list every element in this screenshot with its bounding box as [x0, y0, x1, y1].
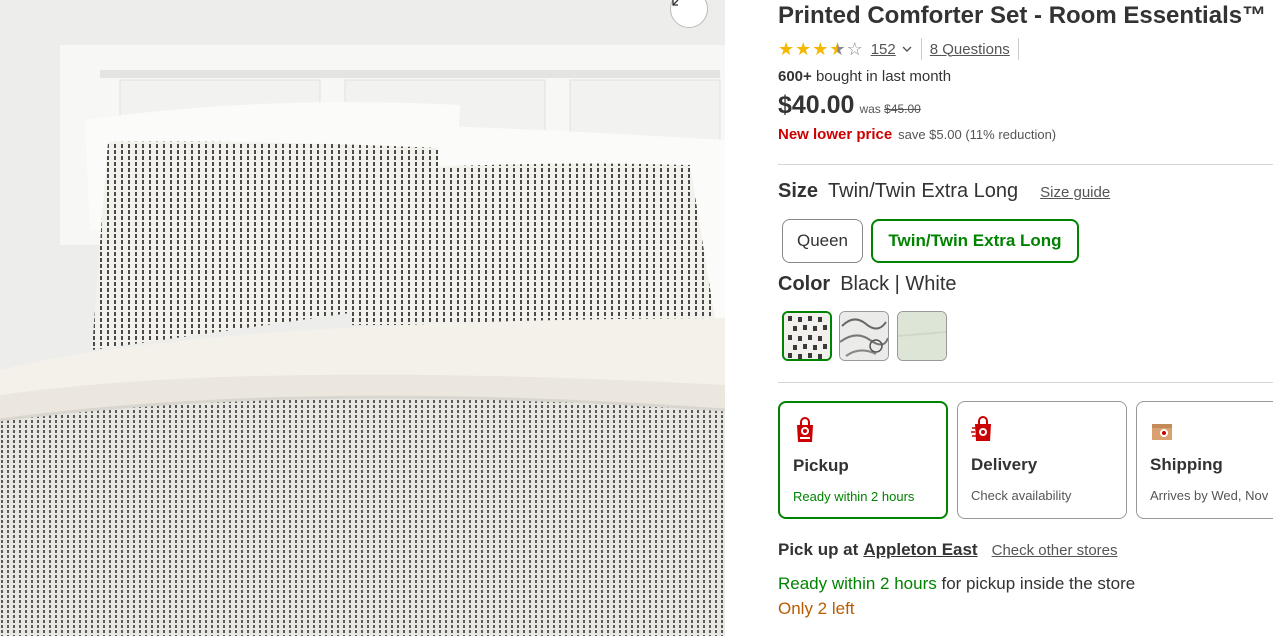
- ready-time: Ready within 2 hours: [778, 574, 937, 593]
- size-guide-link[interactable]: Size guide: [1040, 184, 1110, 201]
- color-swatch-sage[interactable]: [897, 311, 947, 361]
- size-option-twin[interactable]: Twin/Twin Extra Long: [871, 219, 1079, 263]
- divider: [1017, 38, 1019, 60]
- swatch-pattern: [898, 312, 946, 360]
- fulfillment-name: Delivery: [971, 455, 1038, 474]
- color-swatch-black-white[interactable]: [782, 311, 832, 361]
- size-header: Size Twin/Twin Extra Long Size guide: [778, 180, 1110, 203]
- check-other-stores-link[interactable]: Check other stores: [992, 542, 1118, 559]
- comforter-photo: [0, 0, 725, 636]
- promo-row: New lower price save $5.00 (11% reductio…: [778, 126, 1056, 143]
- size-selected: Twin/Twin Extra Long: [828, 180, 1019, 202]
- divider: [778, 382, 1273, 383]
- review-count-link[interactable]: 152: [871, 41, 896, 58]
- fulfillment-pickup-card[interactable]: Pickup Ready within 2 hours: [778, 401, 948, 519]
- shipping-box-icon: [1152, 424, 1172, 440]
- was-amount: $45.00: [884, 102, 921, 116]
- color-swatch-gray-floral[interactable]: [839, 311, 889, 361]
- star-full-icon: ★: [812, 39, 829, 59]
- color-header: Color Black | White: [778, 273, 957, 296]
- price-row: $40.00 was $45.00: [778, 91, 921, 120]
- questions-link[interactable]: 8 Questions: [930, 41, 1010, 58]
- fulfillment-status: Arrives by Wed, Nov: [1150, 488, 1269, 503]
- color-label: Color: [778, 273, 831, 295]
- pickup-bag-icon: [797, 417, 813, 442]
- product-title: Printed Comforter Set - Room Essentials™: [778, 2, 1267, 29]
- bought-count: 600+ bought in last month: [778, 68, 951, 85]
- was-price: was $45.00: [859, 102, 920, 116]
- product-details-panel: Printed Comforter Set - Room Essentials™…: [778, 0, 1273, 636]
- color-selected: Black | White: [840, 273, 957, 295]
- product-image[interactable]: [0, 0, 725, 636]
- store-name-link[interactable]: Appleton East: [863, 540, 977, 560]
- save-text: save $5.00 (11% reduction): [898, 127, 1057, 142]
- divider: [920, 38, 922, 60]
- stock-status: Only 2 left: [778, 599, 855, 618]
- swatch-pattern: [840, 312, 888, 360]
- swatch-pattern: [784, 313, 830, 359]
- divider: [778, 164, 1273, 165]
- fulfillment-name: Pickup: [793, 456, 849, 475]
- bought-text: bought in last month: [815, 68, 952, 85]
- chevron-down-icon[interactable]: [901, 43, 913, 55]
- bought-number: 600+: [778, 68, 812, 85]
- was-label: was: [859, 102, 881, 116]
- new-lower-price-label: New lower price: [778, 126, 893, 143]
- star-empty-icon: ☆: [846, 39, 863, 59]
- fulfillment-status: Ready within 2 hours: [793, 489, 915, 504]
- star-half-icon: ★: [829, 39, 846, 59]
- fulfillment-status: Check availability: [971, 488, 1072, 503]
- size-option-queen[interactable]: Queen: [782, 219, 863, 263]
- rating-row: ★ ★ ★ ★ ☆ 152 8 Questions: [778, 38, 1019, 60]
- current-price: $40.00: [778, 91, 855, 119]
- star-full-icon: ★: [778, 39, 795, 59]
- pickup-label: Pick up at: [778, 540, 859, 559]
- star-full-icon: ★: [795, 39, 812, 59]
- fulfillment-delivery-card[interactable]: Delivery Check availability: [957, 401, 1127, 519]
- star-rating[interactable]: ★ ★ ★ ★ ☆: [778, 40, 863, 58]
- pickup-ready-text: Ready within 2 hours for pickup inside t…: [778, 574, 1135, 594]
- expand-icon: [672, 0, 679, 6]
- size-label: Size: [778, 180, 819, 202]
- ready-detail: for pickup inside the store: [936, 574, 1136, 593]
- fulfillment-name: Shipping: [1150, 455, 1223, 474]
- delivery-bag-icon: [971, 416, 991, 441]
- fulfillment-shipping-card[interactable]: Shipping Arrives by Wed, Nov: [1136, 401, 1273, 519]
- pickup-store-row: Pick up at Appleton East Check other sto…: [778, 540, 1118, 560]
